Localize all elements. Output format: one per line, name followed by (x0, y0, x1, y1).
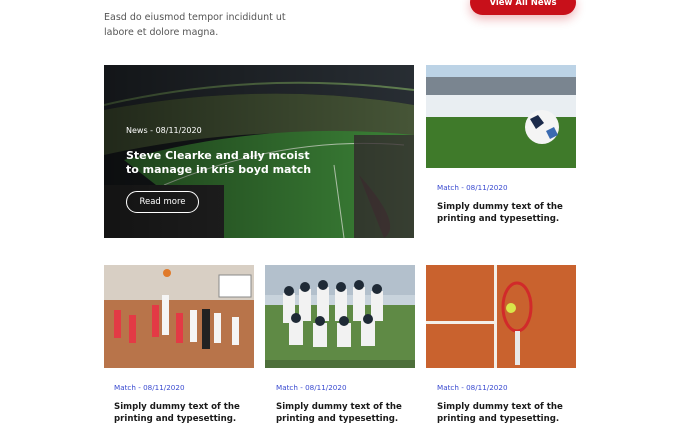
card-title[interactable]: Simply dummy text of the printing and ty… (437, 201, 577, 225)
basketball-image (104, 265, 254, 368)
card-title[interactable]: Simply dummy text of the printing and ty… (114, 401, 254, 425)
card-meta: Match - 08/11/2020 (437, 183, 508, 192)
view-all-news-button[interactable]: View All News (470, 0, 576, 15)
soccer-ball-image (426, 65, 576, 168)
news-card-image[interactable] (426, 265, 576, 368)
card-meta: Match - 08/11/2020 (276, 383, 347, 392)
read-more-button[interactable]: Read more (126, 191, 199, 213)
featured-title[interactable]: Steve Clearke and ally mcoist to manage … (126, 149, 326, 177)
news-card-image[interactable] (426, 65, 576, 168)
card-title[interactable]: Simply dummy text of the printing and ty… (437, 401, 577, 425)
section-description: Easd do eiusmod tempor incididunt ut lab… (104, 12, 286, 38)
news-card-image[interactable] (104, 265, 254, 368)
featured-news-card[interactable]: News - 08/11/2020 Steve Clearke and ally… (104, 65, 414, 238)
featured-meta: News - 08/11/2020 (126, 126, 202, 135)
tennis-racket-image (426, 265, 576, 368)
card-meta: Match - 08/11/2020 (114, 383, 185, 392)
news-card-image[interactable] (265, 265, 415, 368)
card-title[interactable]: Simply dummy text of the printing and ty… (276, 401, 416, 425)
football-team-image (265, 265, 415, 368)
card-meta: Match - 08/11/2020 (437, 383, 508, 392)
